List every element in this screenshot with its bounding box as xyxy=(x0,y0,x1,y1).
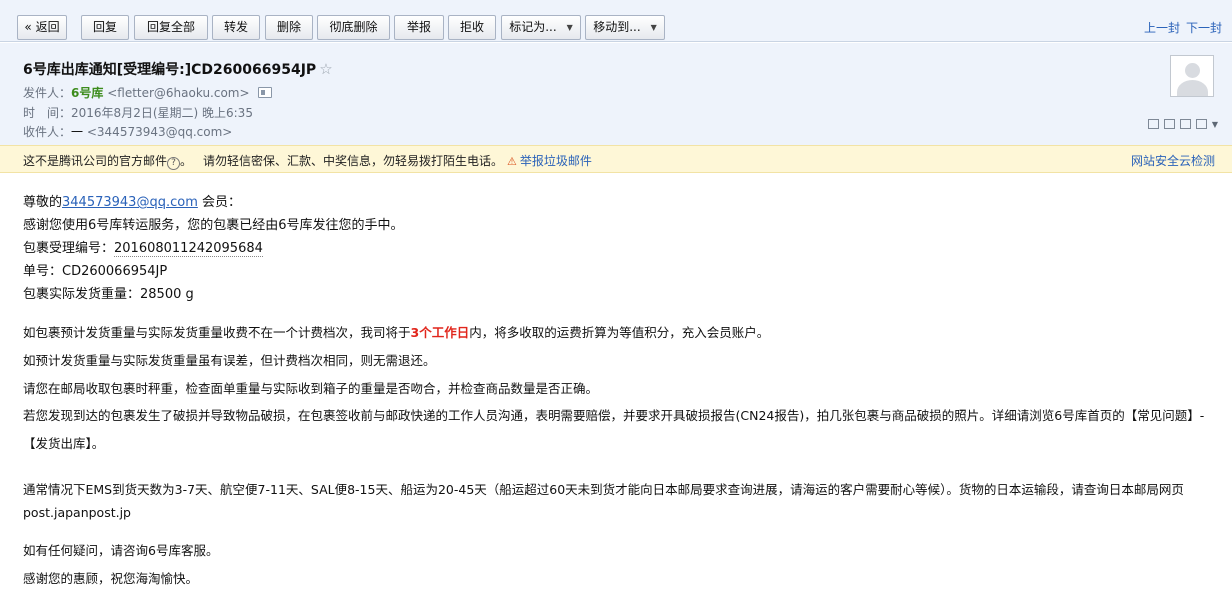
to-label: 收件人： xyxy=(23,125,72,139)
help-icon[interactable]: ? xyxy=(167,157,181,170)
save-icon[interactable] xyxy=(1179,119,1191,129)
refund-days-highlight: 3个工作日 xyxy=(410,325,470,340)
chevron-down-icon: ▼ xyxy=(566,23,573,32)
member-email-link[interactable]: 344573943@qq.com xyxy=(62,195,198,210)
new-window-icon[interactable] xyxy=(1147,119,1159,129)
mark-as-label: 标记为... xyxy=(509,20,557,34)
recipient-row: 收件人：一 <344573943@qq.com> xyxy=(23,123,232,140)
sender-row: 发件人：6号库 <fletter@6haoku.com> xyxy=(23,84,272,101)
refund-text-post: 内，将多收取的运费折算为等值积分，充入会员账户。 xyxy=(469,325,770,340)
recipient-email: <344573943@qq.com> xyxy=(86,125,233,139)
weight-label: 包裹实际发货重量： xyxy=(23,287,141,302)
not-official-text: 这不是腾讯公司的官方邮件 xyxy=(23,154,168,168)
package-number-line: 包裹受理编号：201608011242095684 xyxy=(23,237,263,257)
no-refund-paragraph: 如预计发货重量与实际发货重量虽有误差，但计费档次相同，则无需退还。 xyxy=(23,353,436,368)
weight-value: 28500 g xyxy=(140,287,194,302)
mail-toolbar: « 返回 回复 回复全部 转发 删除 彻底删除 举报 拒收 标记为... ▼ 移动… xyxy=(0,0,1232,42)
greeting-prefix: 尊敬的 xyxy=(23,195,63,210)
tracking-line: 单号：CD260066954JP xyxy=(23,260,167,279)
closing-paragraph: 感谢您的惠顾，祝您海淘愉快。 xyxy=(23,571,199,586)
weigh-check-paragraph: 请您在邮局收取包裹时秤重，检查面单重量与实际收到箱子的重量是否吻合，并检查商品数… xyxy=(23,381,599,396)
move-to-dropdown[interactable]: 移动到... ▼ xyxy=(585,15,665,40)
sender-email: <fletter@6haoku.com> xyxy=(107,86,250,100)
package-number-label: 包裹受理编号： xyxy=(23,241,115,256)
greeting-suffix: 会员： xyxy=(197,195,241,210)
time-row: 时 间：2016年8月2日(星期二) 晚上6:35 xyxy=(23,104,253,121)
refund-text-pre: 如包裹预计发货重量与实际发货重量收费不在一个计费档次，我司将于 xyxy=(23,325,411,340)
delete-permanent-button[interactable]: 彻底删除 xyxy=(317,15,390,40)
forward-button[interactable]: 转发 xyxy=(212,15,260,40)
star-icon[interactable]: ☆ xyxy=(319,60,332,78)
attachment-icon[interactable] xyxy=(1195,119,1207,129)
damage-paragraph: 若您发现到达的包裹发生了破损并导致物品破损，在包裹签收前与邮政快递的工作人员沟通… xyxy=(23,408,1205,451)
sender-avatar[interactable] xyxy=(1170,55,1214,97)
mail-tool-icons: ▼ xyxy=(1147,119,1218,129)
subject-text: 6号库出库通知[受理编号:]CD260066954JP xyxy=(23,62,317,78)
recipient-name[interactable]: 一 xyxy=(71,125,83,139)
thanks-line: 感谢您使用6号库转运服务，您的包裹已经由6号库发往您的手中。 xyxy=(23,218,404,233)
sender-name[interactable]: 6号库 xyxy=(71,86,103,100)
report-spam-link[interactable]: ⚠ 举报垃圾邮件 xyxy=(507,152,592,169)
contact-paragraph: 如有任何疑问，请咨询6号库客服。 xyxy=(23,543,219,558)
chevron-down-icon: ▼ xyxy=(650,23,657,32)
report-button[interactable]: 举报 xyxy=(394,15,444,40)
contact-card-icon[interactable] xyxy=(257,87,272,98)
reply-all-button[interactable]: 回复全部 xyxy=(134,15,208,40)
move-to-label: 移动到... xyxy=(593,20,641,34)
time-label: 时 间： xyxy=(23,106,72,120)
report-spam-label: 举报垃圾邮件 xyxy=(519,154,592,168)
delete-button[interactable]: 删除 xyxy=(265,15,313,40)
back-button[interactable]: « 返回 xyxy=(17,15,67,40)
weight-line: 包裹实际发货重量：28500 g xyxy=(23,283,194,302)
time-value: 2016年8月2日(星期二) 晚上6:35 xyxy=(71,106,253,120)
reject-button[interactable]: 拒收 xyxy=(448,15,496,40)
reply-button[interactable]: 回复 xyxy=(81,15,129,40)
warning-flag-icon: ⚠ xyxy=(507,155,517,168)
greeting-line: 尊敬的344573943@qq.com 会员： xyxy=(23,191,241,210)
mail-subject: 6号库出库通知[受理编号:]CD260066954JP ☆ xyxy=(23,59,333,79)
caution-text: 请勿轻信密保、汇款、中奖信息，勿轻易拨打陌生电话。 xyxy=(203,154,504,168)
prev-next-nav: 上一封 下一封 xyxy=(1144,19,1222,36)
from-label: 发件人： xyxy=(23,86,72,100)
delivery-time-paragraph: 通常情况下EMS到货天数为3-7天、航空便7-11天、SAL便8-15天、船运为… xyxy=(23,482,1184,520)
mark-as-dropdown[interactable]: 标记为... ▼ xyxy=(501,15,581,40)
next-mail-link[interactable]: 下一封 xyxy=(1186,21,1222,35)
not-official-notice: 这不是腾讯公司的官方邮件?。 xyxy=(23,154,193,170)
avatar-head-shape xyxy=(1185,63,1200,78)
prev-mail-link[interactable]: 上一封 xyxy=(1144,21,1180,35)
avatar-body-shape xyxy=(1177,80,1208,96)
tracking-value: CD260066954JP xyxy=(62,264,168,279)
package-number-value: 201608011242095684 xyxy=(114,241,263,257)
chevron-down-icon[interactable]: ▼ xyxy=(1212,120,1218,129)
security-warning-bar: 这不是腾讯公司的官方邮件?。 请勿轻信密保、汇款、中奖信息，勿轻易拨打陌生电话。… xyxy=(0,145,1232,173)
tracking-label: 单号： xyxy=(23,264,63,279)
cloud-check-link[interactable]: 网站安全云检测 xyxy=(1131,152,1215,169)
refund-paragraph: 如包裹预计发货重量与实际发货重量收费不在一个计费档次，我司将于3个工作日内，将多… xyxy=(23,322,769,341)
print-icon[interactable] xyxy=(1163,119,1175,129)
mail-header: 6号库出库通知[受理编号:]CD260066954JP ☆ 发件人：6号库 <fl… xyxy=(0,43,1232,145)
